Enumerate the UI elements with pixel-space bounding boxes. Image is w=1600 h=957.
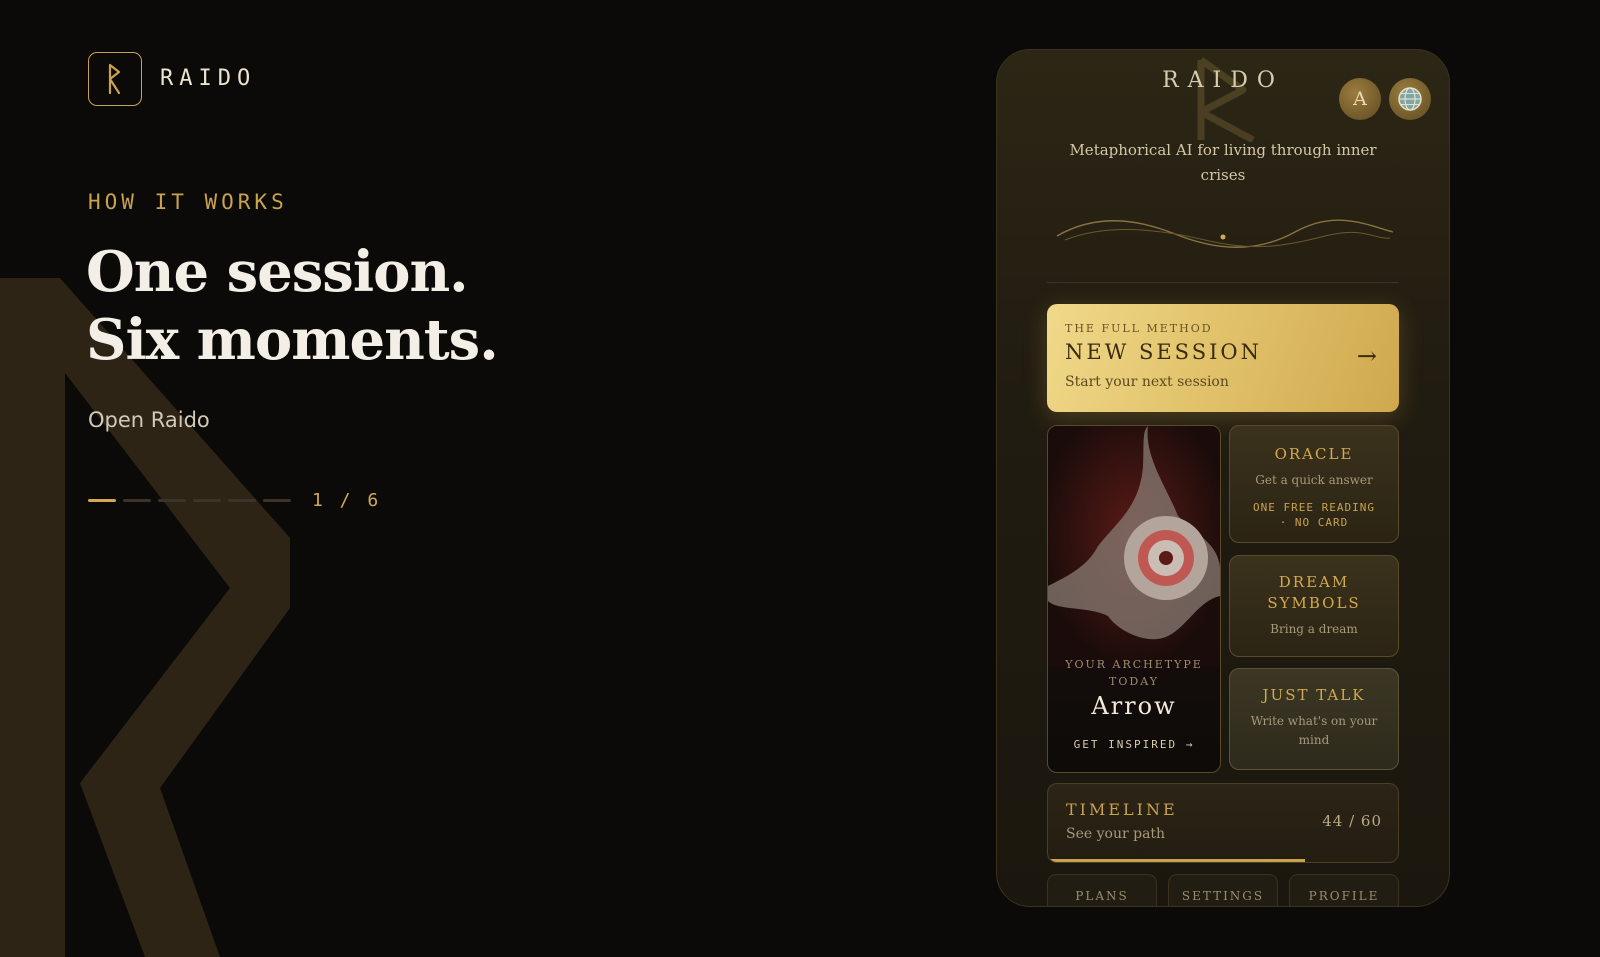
headline-line-1: One session. [86, 239, 469, 305]
progress-segment-4[interactable] [193, 499, 221, 502]
raido-rune-icon [108, 63, 121, 95]
just-talk-card[interactable]: JUST TALK Write what's on your mind [1229, 668, 1399, 770]
new-session-eyebrow: THE FULL METHOD [1065, 322, 1213, 335]
brand-name: RAIDO [160, 66, 257, 91]
timeline-progress-track [1048, 859, 1398, 862]
logo-badge[interactable] [88, 52, 142, 106]
timeline-count: 44 / 60 [1322, 812, 1382, 830]
archetype-label: YOUR ARCHETYPE TODAY [1065, 658, 1203, 688]
timeline-title: TIMELINE [1066, 800, 1178, 819]
dream-symbols-card[interactable]: DREAM SYMBOLS Bring a dream [1229, 555, 1399, 657]
tab-plans[interactable]: PLANS [1047, 874, 1157, 906]
get-inspired-link[interactable]: GET INSPIRED → [1048, 738, 1220, 751]
archetype-name: Arrow [1091, 692, 1177, 720]
headline: One session. Six moments. [86, 238, 606, 374]
language-button[interactable] [1389, 78, 1431, 120]
headline-line-2: Six moments. [86, 307, 499, 373]
tab-settings[interactable]: SETTINGS [1168, 874, 1278, 906]
avatar[interactable]: A [1339, 78, 1381, 120]
app-brand: RAIDO [1162, 68, 1284, 93]
new-session-title: NEW SESSION [1065, 340, 1262, 364]
background-rune-graphic [0, 278, 290, 957]
dream-subtitle: Bring a dream [1270, 622, 1358, 636]
oracle-title: ORACLE [1274, 445, 1354, 463]
oracle-card[interactable]: ORACLE Get a quick answer ONE FREE READI… [1229, 425, 1399, 543]
talk-subtitle: Write what's on your mind [1250, 714, 1378, 747]
section-eyebrow: HOW IT WORKS [88, 190, 288, 214]
step-progress [88, 499, 291, 502]
wave-ornament [1056, 219, 1394, 248]
step-counter: 1 / 6 [312, 490, 382, 511]
step-description: Open Raido [88, 408, 210, 432]
talk-title: JUST TALK [1262, 686, 1366, 704]
dream-title: DREAM SYMBOLS [1267, 573, 1361, 612]
progress-segment-1[interactable] [88, 499, 116, 502]
archetype-card[interactable]: YOUR ARCHETYPE TODAY Arrow GET INSPIRED … [1047, 425, 1221, 773]
archetype-artwork [1048, 426, 1220, 666]
progress-segment-2[interactable] [123, 499, 151, 502]
progress-segment-3[interactable] [158, 499, 186, 502]
phone-mockup: RAIDO A Metaphorical AI for living throu… [996, 49, 1450, 907]
divider [1047, 282, 1399, 283]
new-session-card[interactable]: THE FULL METHOD NEW SESSION Start your n… [1047, 304, 1399, 412]
arrow-right-icon: → [1356, 342, 1377, 370]
globe-icon [1398, 87, 1422, 111]
oracle-note: ONE FREE READING · NO CARD [1253, 501, 1375, 529]
timeline-subtitle: See your path [1066, 826, 1166, 842]
progress-segment-6[interactable] [263, 499, 291, 502]
progress-segment-5[interactable] [228, 499, 256, 502]
new-session-subtitle: Start your next session [1065, 374, 1229, 390]
app-tagline: Metaphorical AI for living through inner… [1069, 141, 1377, 184]
oracle-subtitle: Get a quick answer [1255, 473, 1373, 487]
timeline-card[interactable]: TIMELINE See your path 44 / 60 [1047, 783, 1399, 863]
tab-profile[interactable]: PROFILE [1289, 874, 1399, 906]
timeline-progress-bar [1048, 859, 1305, 862]
